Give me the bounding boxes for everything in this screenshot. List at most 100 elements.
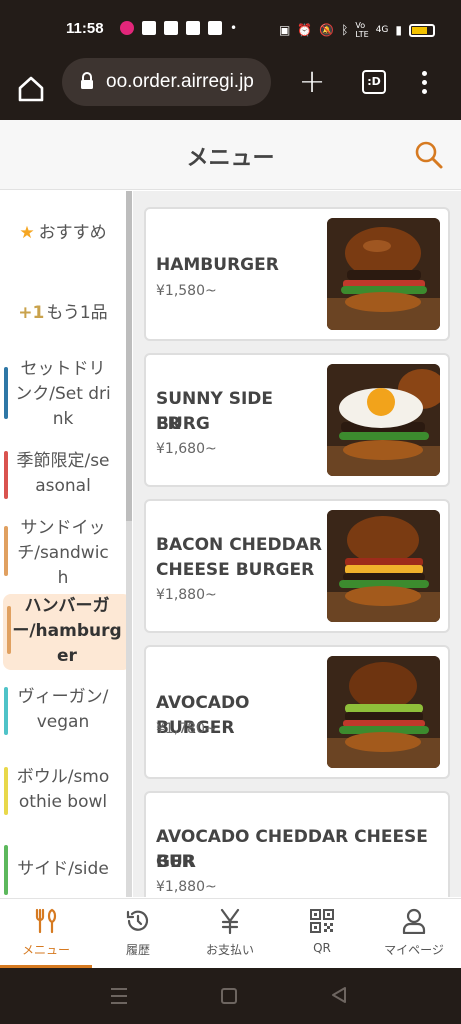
menu-item-price: ¥1,580~ xyxy=(156,283,217,299)
lock-icon xyxy=(81,72,93,89)
url-bar[interactable]: oo.order.airregi.jp xyxy=(62,58,271,106)
category-label: 季節限定/se xyxy=(16,451,110,471)
category-item-recommended[interactable]: ★ おすすめ xyxy=(0,221,126,251)
home-icon[interactable] xyxy=(14,72,48,106)
menu-item-price: ¥1,780~ xyxy=(156,721,217,737)
system-navigation-bar xyxy=(0,968,461,1024)
nav-label: メニュー xyxy=(21,943,70,957)
fork-knife-icon xyxy=(35,908,57,934)
category-label: ボウル/smo xyxy=(16,767,110,787)
category-item-one-more[interactable]: +1 もう1品 xyxy=(0,301,126,331)
plus-one-icon: +1 xyxy=(18,303,45,323)
star-icon: ★ xyxy=(19,223,35,243)
category-label: ンク/Set dri xyxy=(15,384,111,404)
menu-item-photo xyxy=(327,656,440,768)
nav-label: 履歴 xyxy=(125,943,150,957)
category-item-vegan[interactable]: ヴィーガン/ vegan xyxy=(0,685,126,737)
menu-item-name: HAMBURGER xyxy=(156,255,279,275)
dot-icon: • xyxy=(230,21,238,35)
category-label: er xyxy=(57,646,77,666)
category-label: nk xyxy=(52,409,74,429)
nav-payment[interactable]: お支払い xyxy=(184,899,276,969)
app-notification-icon xyxy=(142,21,156,35)
app-notification-icon xyxy=(164,21,178,35)
category-item-side[interactable]: サイド/side xyxy=(0,845,126,897)
system-icons: ▣ ⏰ 🔕 ᛒ Vo LTE 4G ▮ xyxy=(279,21,435,39)
category-label: サイド/side xyxy=(17,859,109,879)
category-item-hamburger[interactable]: ハンバーガ ー/hamburg er xyxy=(3,594,131,670)
menu-item-price: ¥1,680~ xyxy=(156,441,217,457)
nav-my-page[interactable]: マイページ xyxy=(368,899,460,969)
scrollbar-thumb[interactable] xyxy=(126,191,132,521)
menu-item-name: BACON CHEDDAR xyxy=(156,535,322,555)
category-accent-bar xyxy=(4,687,8,735)
category-accent-bar xyxy=(4,526,8,576)
recent-apps-icon[interactable] xyxy=(111,988,127,1009)
category-accent-bar xyxy=(4,451,8,499)
nfc-icon: ▣ xyxy=(278,23,291,37)
menu-item-name-continued: ER xyxy=(156,414,181,434)
category-label: おすすめ xyxy=(38,223,107,243)
menu-item-name-continued: GER xyxy=(156,852,195,872)
tab-switcher-button[interactable]: :D xyxy=(362,70,386,94)
volte-icon: Vo LTE xyxy=(355,21,369,39)
new-tab-button[interactable]: + xyxy=(296,65,328,98)
status-bar: 11:58 • ▣ ⏰ 🔕 ᛒ Vo LTE 4G ▮ xyxy=(0,0,461,60)
menu-item-price: ¥1,880~ xyxy=(156,587,217,603)
category-label: ヴィーガン/ xyxy=(17,687,109,707)
sidebar-scrollbar[interactable] xyxy=(126,191,132,897)
category-item-set-drink[interactable]: セットドリ ンク/Set dri nk xyxy=(0,357,126,433)
category-label: セットドリ xyxy=(20,359,106,379)
category-item-seasonal[interactable]: 季節限定/se asonal xyxy=(0,449,126,501)
yen-icon xyxy=(220,908,240,934)
signal-icon: ▮ xyxy=(395,23,402,37)
search-icon[interactable] xyxy=(414,140,444,170)
nav-label: QR xyxy=(313,941,331,955)
category-label: ー/hamburg xyxy=(12,621,122,641)
category-accent-bar xyxy=(4,767,8,815)
category-label: othie bowl xyxy=(18,792,108,812)
category-accent-bar xyxy=(4,845,8,895)
page-header: メニュー xyxy=(0,120,461,190)
menu-item-card[interactable]: BACON CHEDDAR CHEESE BURGER ¥1,880~ xyxy=(144,499,450,633)
category-accent-bar xyxy=(7,606,11,654)
bottom-navigation: メニュー 履歴 お支払い QR マイページ xyxy=(0,898,461,969)
alarm-icon: ⏰ xyxy=(297,23,313,37)
menu-item-card[interactable]: HAMBURGER ¥1,580~ xyxy=(144,207,450,341)
url-text: oo.order.airregi.jp xyxy=(106,71,254,92)
menu-item-photo xyxy=(327,510,440,622)
nav-history[interactable]: 履歴 xyxy=(92,899,184,969)
page-title: メニュー xyxy=(186,146,275,171)
menu-list: HAMBURGER ¥1,580~ SUNNY SIDE BURG ER ¥1,… xyxy=(133,191,461,897)
category-label: もう1品 xyxy=(46,303,108,323)
web-page: メニュー ★ おすすめ +1 もう1品 セットドリ ンク/Set dri nk 季節… xyxy=(0,120,461,968)
browser-toolbar: oo.order.airregi.jp + :D xyxy=(0,58,461,120)
mute-icon: 🔕 xyxy=(319,23,335,37)
bluetooth-icon: ᛒ xyxy=(341,23,349,37)
history-icon xyxy=(126,910,149,931)
category-sidebar: ★ おすすめ +1 もう1品 セットドリ ンク/Set dri nk 季節限定/se… xyxy=(0,191,132,897)
qr-code-icon xyxy=(310,909,334,933)
category-label: asonal xyxy=(35,476,91,496)
menu-item-card[interactable]: SUNNY SIDE BURG ER ¥1,680~ xyxy=(144,353,450,487)
category-label: サンドイッ xyxy=(20,518,106,538)
nav-qr[interactable]: QR xyxy=(276,899,368,969)
app-notification-icon xyxy=(186,21,200,35)
more-options-icon[interactable] xyxy=(416,68,432,96)
menu-item-card[interactable]: AVOCADO CHEDDAR CHEESE BUR GER ¥1,880~ xyxy=(144,791,450,897)
category-label: チ/sandwic xyxy=(17,543,109,563)
nav-menu[interactable]: メニュー xyxy=(0,899,92,969)
person-icon xyxy=(402,908,426,934)
back-icon[interactable] xyxy=(330,986,348,1004)
category-item-smoothie-bowl[interactable]: ボウル/smo othie bowl xyxy=(0,765,126,817)
menu-item-price: ¥1,880~ xyxy=(156,879,217,895)
category-accent-bar xyxy=(4,367,8,419)
menu-item-card[interactable]: AVOCADO BURGER ¥1,780~ xyxy=(144,645,450,779)
category-label: ハンバーガ xyxy=(24,596,110,616)
battery-icon xyxy=(409,23,435,37)
nav-label: お支払い xyxy=(205,943,254,957)
home-square-icon[interactable] xyxy=(221,988,237,1004)
category-item-sandwich[interactable]: サンドイッ チ/sandwic h xyxy=(0,516,126,592)
status-time: 11:58 xyxy=(66,20,104,37)
category-label: vegan xyxy=(36,712,90,732)
